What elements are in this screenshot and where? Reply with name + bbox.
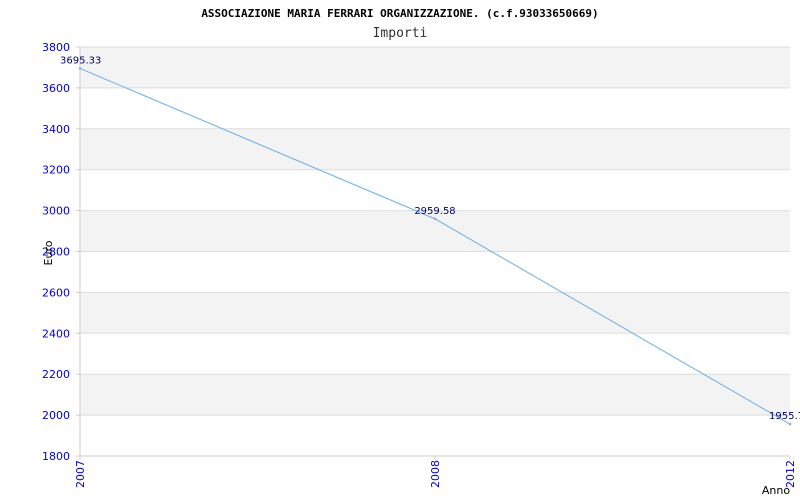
background-band <box>80 169 790 211</box>
line-chart: 1800200022002400260028003000320034003600… <box>42 7 800 497</box>
y-tick-label: 3600 <box>42 82 70 95</box>
background-band <box>80 47 790 88</box>
data-label: 1955.7 <box>769 411 800 422</box>
y-tick-label: 2600 <box>42 286 70 299</box>
y-tick-label: 1800 <box>42 450 70 463</box>
x-tick-label: 2008 <box>429 460 442 488</box>
y-axis-label: Euro <box>42 240 55 265</box>
y-tick-label: 3400 <box>42 123 70 136</box>
data-point <box>78 67 82 70</box>
background-band <box>80 128 790 170</box>
data-label: 3695.33 <box>60 55 101 66</box>
chart-subtitle: Importi <box>373 26 428 41</box>
background-band <box>80 87 790 129</box>
y-tick-label: 2200 <box>42 368 70 381</box>
background-band <box>80 251 790 293</box>
x-axis-ticks: 2007 2008 2012 <box>74 456 797 488</box>
data-point <box>788 422 792 426</box>
background-band <box>80 415 790 456</box>
y-tick-label: 2400 <box>42 327 70 340</box>
chart-title: ASSOCIAZIONE MARIA FERRARI ORGANIZZAZION… <box>201 7 598 20</box>
y-tick-label: 2000 <box>42 409 70 422</box>
data-point <box>433 217 437 221</box>
background-band <box>80 292 790 334</box>
y-tick-label: 3000 <box>42 205 70 218</box>
x-axis-label: Anno <box>762 484 790 497</box>
background-band <box>80 333 790 375</box>
x-tick-label: 2007 <box>74 460 87 488</box>
y-tick-label: 3800 <box>42 41 70 54</box>
y-tick-label: 3200 <box>42 164 70 177</box>
background-band <box>80 374 790 416</box>
data-label: 2959.58 <box>414 206 455 217</box>
